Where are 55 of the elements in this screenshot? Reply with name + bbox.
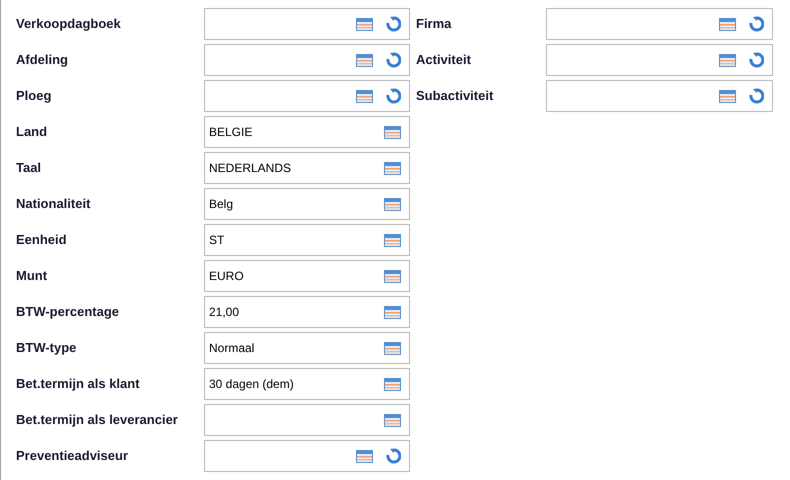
input-field[interactable]: EURO bbox=[204, 260, 410, 292]
field-label: Eenheid bbox=[15, 231, 68, 250]
field-label: Munt bbox=[15, 267, 48, 286]
table-icon[interactable] bbox=[384, 198, 401, 210]
input-field[interactable]: Belg bbox=[204, 188, 410, 220]
field-label: Nationaliteit bbox=[15, 195, 92, 214]
reset-icon[interactable] bbox=[385, 16, 401, 32]
reset-icon[interactable] bbox=[385, 52, 401, 68]
table-icon[interactable] bbox=[384, 306, 401, 318]
input-field[interactable] bbox=[204, 8, 410, 40]
input-field[interactable] bbox=[204, 404, 410, 436]
table-icon[interactable] bbox=[356, 54, 373, 66]
input-field[interactable] bbox=[204, 80, 410, 112]
input-field[interactable] bbox=[204, 44, 410, 76]
field-label: Verkoopdagboek bbox=[15, 15, 122, 34]
table-icon[interactable] bbox=[384, 414, 401, 426]
input-field[interactable] bbox=[546, 8, 773, 40]
table-icon[interactable] bbox=[384, 270, 401, 282]
input-field[interactable]: 30 dagen (dem) bbox=[204, 368, 410, 400]
reset-icon[interactable] bbox=[748, 16, 764, 32]
field-label: Preventieadviseur bbox=[15, 447, 130, 466]
field-label: Land bbox=[15, 123, 48, 142]
field-label: Activiteit bbox=[415, 51, 472, 70]
table-icon[interactable] bbox=[719, 90, 736, 102]
field-label: BTW-type bbox=[15, 339, 78, 358]
input-field[interactable]: Normaal bbox=[204, 332, 410, 364]
field-label: BTW-percentage bbox=[15, 303, 120, 322]
field-label: Bet.termijn als klant bbox=[15, 375, 141, 394]
table-icon[interactable] bbox=[719, 54, 736, 66]
table-icon[interactable] bbox=[384, 378, 401, 390]
field-label: Firma bbox=[415, 15, 452, 34]
reset-icon[interactable] bbox=[385, 88, 401, 104]
table-icon[interactable] bbox=[384, 342, 401, 354]
table-icon[interactable] bbox=[384, 234, 401, 246]
table-icon[interactable] bbox=[384, 126, 401, 138]
reset-icon[interactable] bbox=[385, 448, 401, 464]
table-icon[interactable] bbox=[356, 90, 373, 102]
table-icon[interactable] bbox=[356, 450, 373, 462]
table-icon[interactable] bbox=[356, 18, 373, 30]
input-field[interactable]: 21,00 bbox=[204, 296, 410, 328]
input-field[interactable]: BELGIE bbox=[204, 116, 410, 148]
field-label: Ploeg bbox=[15, 87, 52, 106]
table-icon[interactable] bbox=[384, 162, 401, 174]
input-field[interactable]: ST bbox=[204, 224, 410, 256]
input-field[interactable] bbox=[204, 440, 410, 472]
reset-icon[interactable] bbox=[748, 88, 764, 104]
reset-icon[interactable] bbox=[748, 52, 764, 68]
input-field[interactable] bbox=[546, 44, 773, 76]
input-field[interactable] bbox=[546, 80, 773, 112]
input-field[interactable]: NEDERLANDS bbox=[204, 152, 410, 184]
field-label: Taal bbox=[15, 159, 42, 178]
field-label: Afdeling bbox=[15, 51, 69, 70]
field-label: Bet.termijn als leverancier bbox=[15, 411, 179, 430]
field-label: Subactiviteit bbox=[415, 87, 494, 106]
table-icon[interactable] bbox=[719, 18, 736, 30]
